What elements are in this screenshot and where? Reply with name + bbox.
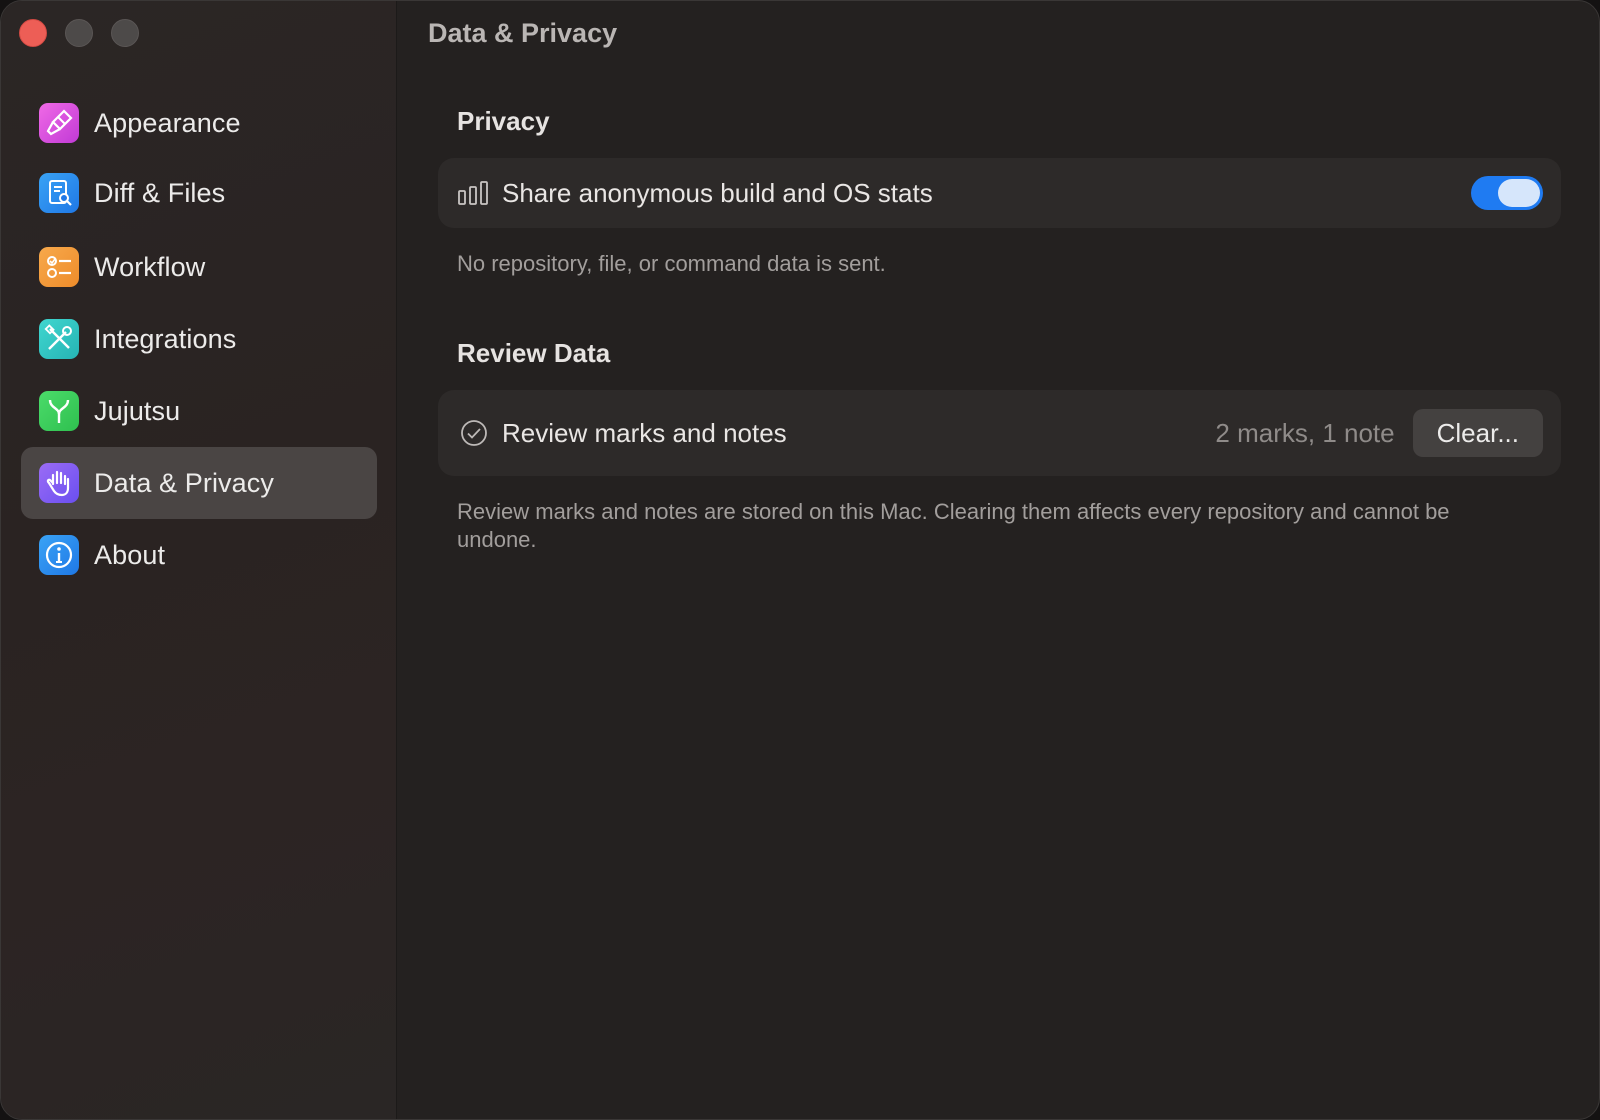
sidebar-item-about[interactable]: About — [21, 519, 377, 591]
sidebar-item-label: Data & Privacy — [94, 467, 274, 498]
review-marks-count: 2 marks, 1 note — [1215, 417, 1395, 448]
clear-review-data-button[interactable]: Clear... — [1412, 409, 1543, 457]
window-title: Data & Privacy — [428, 18, 618, 48]
stats-sharing-toggle[interactable] — [1471, 176, 1543, 210]
doc-magnifier-icon — [39, 173, 79, 213]
sidebar-item-label: Jujutsu — [94, 395, 181, 426]
sidebar-item-label: About — [94, 539, 166, 570]
sidebar-item-appearance[interactable]: Appearance — [21, 87, 377, 159]
sidebar-item-label: Workflow — [94, 251, 206, 282]
sidebar-item-integrations[interactable]: Integrations — [21, 303, 377, 375]
stats-sharing-label: Share anonymous build and OS stats — [502, 177, 933, 208]
paintbrush-icon — [39, 103, 79, 143]
settings-window: Appearance Diff & Files Workflow Integra… — [0, 0, 1600, 1120]
minimize-window-button[interactable] — [65, 19, 93, 47]
traffic-lights — [19, 19, 139, 47]
sidebar-item-diff-files[interactable]: Diff & Files — [21, 157, 377, 229]
sidebar-item-workflow[interactable]: Workflow — [21, 231, 377, 303]
info-icon — [39, 535, 79, 575]
sidebar-item-label: Integrations — [94, 323, 237, 354]
tools-icon — [39, 319, 79, 359]
sidebar-item-label: Diff & Files — [94, 177, 226, 208]
bar-chart-icon — [456, 175, 492, 211]
sidebar-item-label: Appearance — [94, 107, 241, 138]
hand-icon — [39, 463, 79, 503]
sidebar-item-jujutsu[interactable]: Jujutsu — [21, 375, 377, 447]
sidebar: Appearance Diff & Files Workflow Integra… — [1, 1, 397, 1119]
sidebar-item-data-privacy[interactable]: Data & Privacy — [21, 447, 377, 519]
privacy-note: No repository, file, or command data is … — [457, 251, 886, 276]
sidebar-nav: Appearance Diff & Files Workflow Integra… — [21, 87, 377, 591]
review-data-card: Review marks and notes 2 marks, 1 note C… — [438, 390, 1561, 476]
review-data-note: Review marks and notes are stored on thi… — [457, 499, 1450, 552]
privacy-card: Share anonymous build and OS stats — [438, 158, 1561, 228]
checklist-icon — [39, 247, 79, 287]
close-window-button[interactable] — [19, 19, 47, 47]
zoom-window-button[interactable] — [111, 19, 139, 47]
review-data-heading: Review Data — [457, 338, 611, 368]
checkmark-circle-icon — [456, 415, 492, 451]
branch-icon — [39, 391, 79, 431]
review-marks-label: Review marks and notes — [502, 417, 787, 448]
toggle-knob — [1498, 179, 1540, 207]
privacy-heading: Privacy — [457, 106, 550, 136]
